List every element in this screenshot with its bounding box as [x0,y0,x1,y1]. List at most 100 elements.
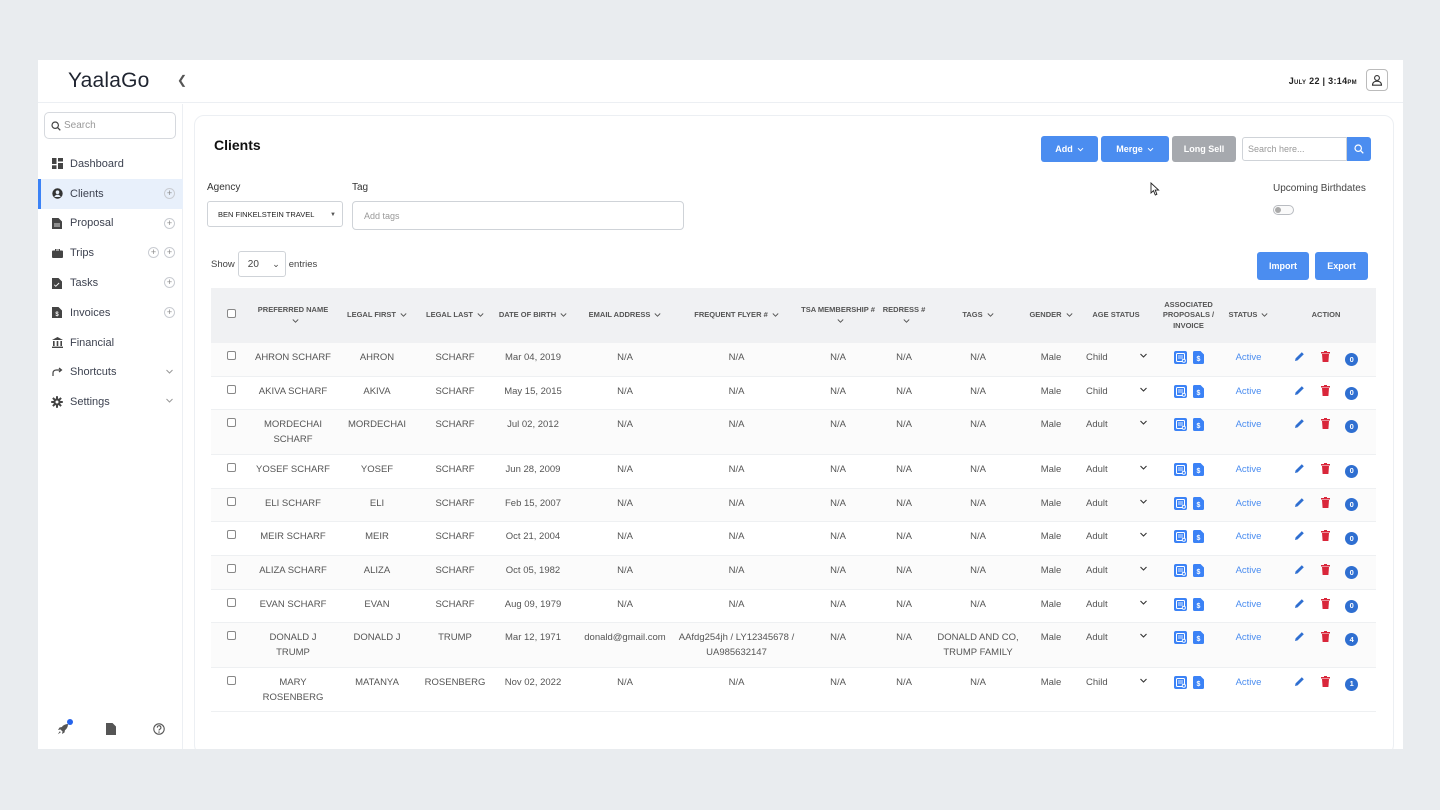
add-task-icon[interactable]: + [164,277,175,289]
row-checkbox[interactable] [226,418,236,428]
delete-trash-icon[interactable] [1320,351,1330,368]
document-icon[interactable] [105,723,116,735]
delete-trash-icon[interactable] [1320,631,1330,648]
column-header-status[interactable]: Status [1221,288,1276,343]
proposal-icon[interactable] [1173,462,1187,482]
entries-select[interactable]: 20 ⌄ [237,251,286,277]
sidebar-item-financial[interactable]: Financial [38,328,183,358]
status-link[interactable]: Active [1236,386,1262,397]
sidebar-search-input[interactable] [64,120,164,131]
delete-trash-icon[interactable] [1320,597,1330,615]
status-link[interactable]: Active [1236,419,1262,430]
invoice-icon[interactable]: $ [1192,675,1204,695]
age-status-select[interactable]: Adult [1078,463,1154,478]
count-badge[interactable]: 0 [1345,464,1359,478]
column-header-preferred-name[interactable]: Preferred Name [251,288,335,343]
edit-pencil-icon[interactable] [1294,385,1305,402]
sidebar-item-shortcuts[interactable]: Shortcuts [38,358,183,388]
export-button[interactable]: Export [1315,252,1368,280]
delete-trash-icon[interactable] [1320,564,1330,581]
status-link[interactable]: Active [1236,531,1262,542]
column-header-redress[interactable]: Redress # [878,288,930,343]
proposal-icon[interactable] [1173,597,1187,617]
edit-pencil-icon[interactable] [1294,530,1305,547]
user-menu-button[interactable] [1366,69,1388,91]
proposal-icon[interactable] [1173,384,1187,404]
count-badge[interactable]: 4 [1345,633,1359,647]
collapse-sidebar-button[interactable]: ❮ [177,73,187,87]
import-button[interactable]: Import [1257,252,1309,280]
invoice-icon[interactable]: $ [1192,530,1204,549]
add-invoice-icon[interactable]: + [164,306,175,318]
invoice-icon[interactable]: $ [1192,496,1204,516]
sidebar-item-tasks[interactable]: Tasks + [38,268,183,298]
edit-pencil-icon[interactable] [1294,351,1305,368]
delete-trash-icon[interactable] [1320,675,1330,693]
sidebar-item-settings[interactable]: Settings [38,387,183,417]
search-button[interactable] [1347,137,1371,161]
column-header-tsa-membership[interactable]: TSA Membership # [798,288,878,343]
edit-pencil-icon[interactable] [1294,598,1305,615]
edit-pencil-icon[interactable] [1294,497,1305,514]
invoice-icon[interactable]: $ [1192,631,1204,650]
age-status-select[interactable]: Adult [1078,631,1154,646]
column-header-frequent-flyer[interactable]: Frequent Flyer # [675,288,798,343]
age-status-select[interactable]: Child [1078,676,1154,691]
proposal-icon[interactable] [1173,496,1187,516]
age-status-select[interactable]: Adult [1078,497,1154,512]
row-checkbox[interactable] [226,462,236,472]
row-checkbox[interactable] [226,564,236,574]
add-client-icon[interactable]: + [164,187,175,199]
count-badge[interactable]: 0 [1345,386,1359,400]
column-header-date-of-birth[interactable]: Date of Birth [491,288,575,343]
client-search-input[interactable] [1248,144,1343,154]
invoice-icon[interactable]: $ [1192,597,1204,617]
row-checkbox[interactable] [226,496,236,506]
column-header-legal-first[interactable]: Legal First [335,288,419,343]
delete-trash-icon[interactable] [1320,384,1330,402]
status-link[interactable]: Active [1236,352,1262,363]
add-proposal-icon[interactable]: + [164,217,175,229]
add-button[interactable]: Add [1041,136,1098,162]
sidebar-item-clients[interactable]: Clients + [38,178,183,209]
age-status-select[interactable]: Adult [1078,530,1154,545]
invoice-icon[interactable]: $ [1192,564,1204,583]
proposal-icon[interactable] [1173,418,1187,437]
proposal-icon[interactable] [1173,675,1187,695]
status-link[interactable]: Active [1236,677,1262,688]
invoice-icon[interactable]: $ [1192,462,1204,482]
row-checkbox[interactable] [226,675,236,685]
row-checkbox[interactable] [226,631,236,641]
count-badge[interactable]: 0 [1345,599,1359,613]
row-checkbox[interactable] [226,597,236,607]
edit-pencil-icon[interactable] [1294,418,1305,435]
row-checkbox[interactable] [226,530,236,540]
column-header-tags[interactable]: Tags [930,288,1026,343]
rocket-icon[interactable] [57,719,73,735]
row-checkbox[interactable] [226,384,236,394]
sidebar-item-invoices[interactable]: $ Invoices + [38,298,183,328]
column-header-email-address[interactable]: Email Address [575,288,675,343]
edit-pencil-icon[interactable] [1294,676,1305,693]
sidebar-search[interactable] [44,112,176,139]
delete-trash-icon[interactable] [1320,496,1330,514]
agency-select[interactable]: BEN FINKELSTEIN TRAVEL ▼ [207,201,343,227]
status-link[interactable]: Active [1236,464,1262,475]
long-sell-button[interactable]: Long Sell [1172,136,1236,162]
age-status-select[interactable]: Adult [1078,418,1154,433]
invoice-icon[interactable]: $ [1192,351,1204,370]
invoice-icon[interactable]: $ [1192,418,1204,437]
invoice-icon[interactable]: $ [1192,384,1204,404]
add-trip-icon[interactable]: + [148,247,159,259]
tag-field[interactable] [352,201,684,230]
sidebar-item-proposal[interactable]: Proposal + [38,209,183,239]
merge-button[interactable]: Merge [1101,136,1169,162]
edit-pencil-icon[interactable] [1294,463,1305,480]
count-badge[interactable]: 0 [1345,420,1359,434]
age-status-select[interactable]: Adult [1078,598,1154,613]
sidebar-item-trips[interactable]: Trips + + [38,238,183,268]
count-badge[interactable]: 0 [1345,565,1359,579]
help-icon[interactable] [152,723,165,735]
row-checkbox[interactable] [226,351,236,360]
age-status-select[interactable]: Child [1078,351,1154,366]
